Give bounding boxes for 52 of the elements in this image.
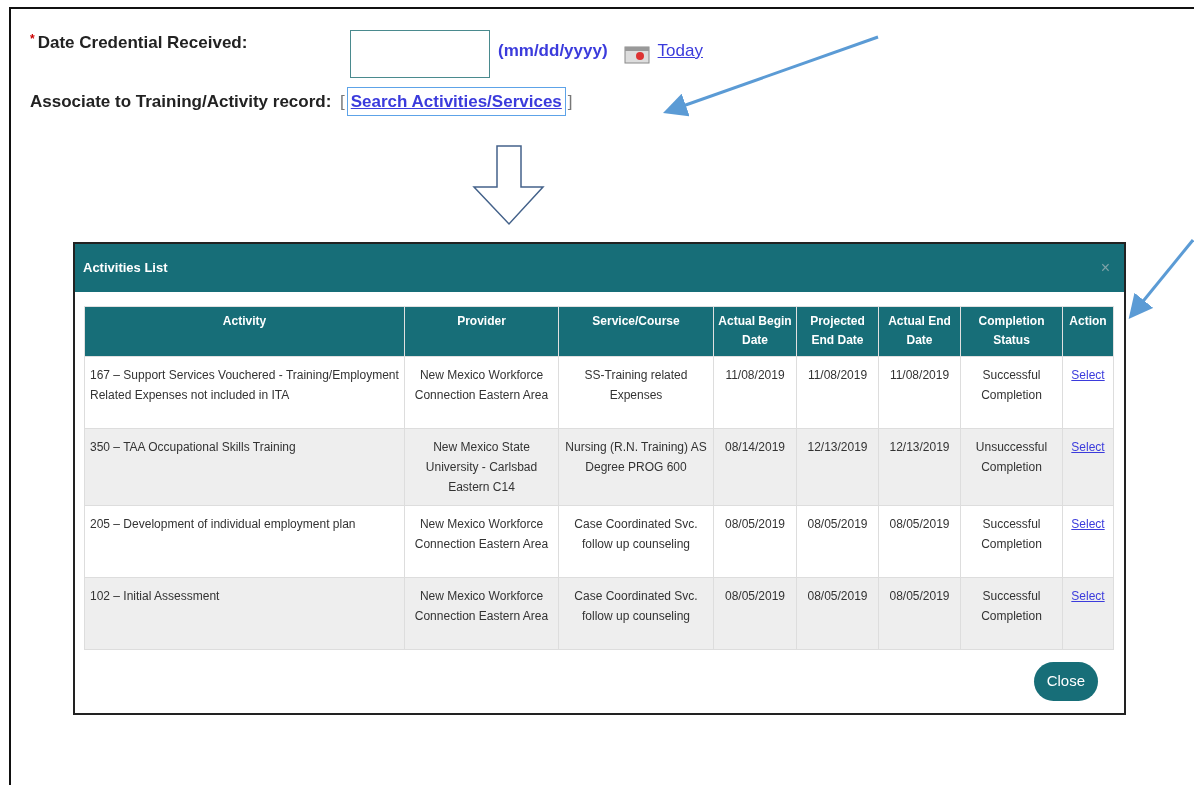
column-header: Projected End Date xyxy=(796,306,879,357)
table-cell: 11/08/2019 xyxy=(713,356,797,429)
table-cell: 350 – TAA Occupational Skills Training xyxy=(84,428,405,506)
table-cell: 08/14/2019 xyxy=(713,428,797,506)
table-cell: 12/13/2019 xyxy=(878,428,961,506)
table-cell: 11/08/2019 xyxy=(878,356,961,429)
table-cell: 08/05/2019 xyxy=(796,505,879,578)
search-link[interactable]: Search Activities/Services xyxy=(348,88,564,115)
table-cell: Case Coordinated Svc. follow up counseling xyxy=(558,577,714,650)
date-input[interactable] xyxy=(350,30,490,78)
select-link[interactable]: Select xyxy=(1071,589,1105,603)
today-link[interactable]: Today xyxy=(657,38,703,64)
table-cell: 12/13/2019 xyxy=(796,428,879,506)
field-label: Associate to Training/Activity record: xyxy=(30,91,333,113)
table-cell: 167 – Support Services Vouchered - Training/Employment Related Expenses not included in ITA xyxy=(84,356,405,429)
select-link[interactable]: Select xyxy=(1071,517,1105,531)
column-header: Provider xyxy=(404,306,559,357)
table-cell: 205 – Development of individual employment plan xyxy=(84,505,405,578)
select-link[interactable]: Select xyxy=(1071,368,1105,382)
table-cell: Successful Completion xyxy=(960,505,1063,578)
table-cell: New Mexico Workforce Connection Eastern Area xyxy=(404,577,559,650)
column-header: Completion Status xyxy=(960,306,1063,357)
table-cell: Nursing (R.N. Training) AS Degree PROG 600 xyxy=(558,428,714,506)
table-cell: Unsuccessful Completion xyxy=(960,428,1063,506)
field-label: Date Credential Received: xyxy=(37,33,248,52)
table-cell: 11/08/2019 xyxy=(796,356,879,429)
bracket: ] xyxy=(567,90,573,113)
column-header: Activity xyxy=(84,306,405,357)
table-cell: New Mexico Workforce Connection Eastern Area xyxy=(404,356,559,429)
modal-title: Activities List xyxy=(83,259,168,278)
column-header: Actual Begin Date xyxy=(713,306,797,357)
required-mark: * xyxy=(30,32,35,46)
table-cell: Case Coordinated Svc. follow up counseling xyxy=(558,505,714,578)
table-cell: Successful Completion xyxy=(960,577,1063,650)
table-cell: 08/05/2019 xyxy=(713,505,797,578)
column-header: Service/Course xyxy=(558,306,714,357)
table-cell: SS-Training related Expenses xyxy=(558,356,714,429)
table-cell: 102 – Initial Assessment xyxy=(84,577,405,650)
table-cell: 08/05/2019 xyxy=(878,577,961,650)
close-button[interactable]: Close xyxy=(1033,662,1098,701)
table-cell: 08/05/2019 xyxy=(713,577,797,650)
table-cell: New Mexico Workforce Connection Eastern Area xyxy=(404,505,559,578)
format-hint: (mm/dd/yyyy) xyxy=(498,40,608,62)
calendar-icon[interactable] xyxy=(623,46,650,64)
table-cell: New Mexico State University - Carlsbad Eastern C14 xyxy=(404,428,559,506)
column-header: Actual End Date xyxy=(878,306,961,357)
table-cell: 08/05/2019 xyxy=(878,505,961,578)
table-cell: Successful Completion xyxy=(960,356,1063,429)
bracket: [ xyxy=(340,90,345,113)
select-link[interactable]: Select xyxy=(1071,440,1105,454)
column-header: Action xyxy=(1062,306,1114,357)
table-cell: 08/05/2019 xyxy=(796,577,879,650)
